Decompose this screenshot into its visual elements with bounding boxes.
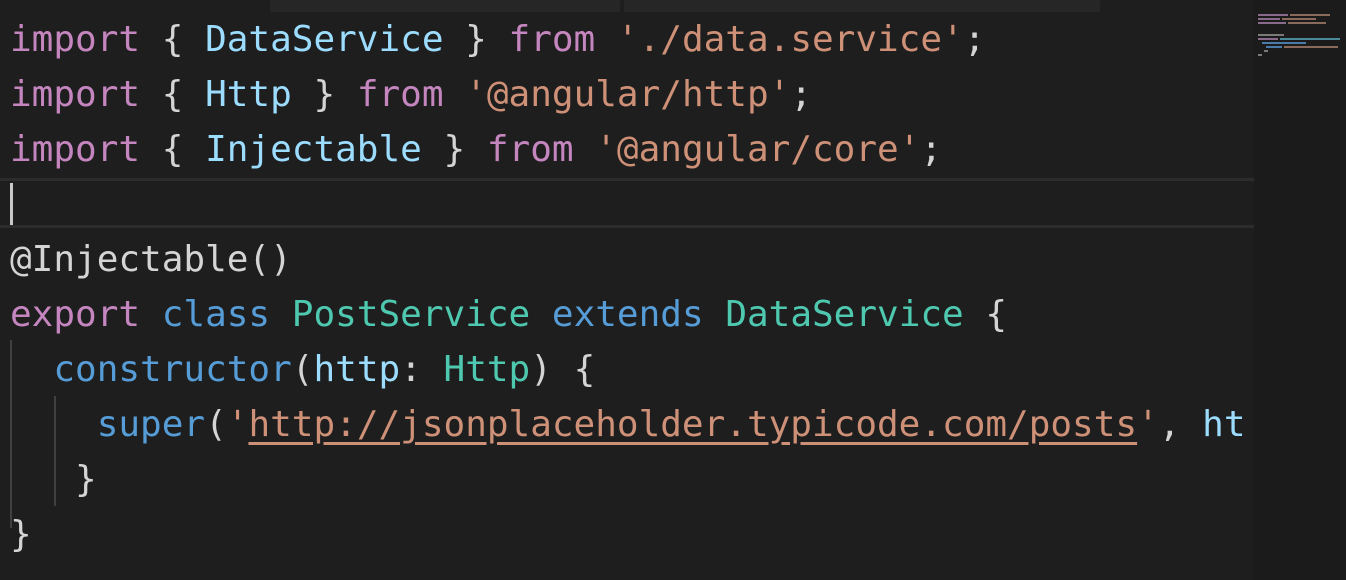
code-editor[interactable]: import { DataService } from './data.serv… [0, 12, 1254, 580]
code-line[interactable]: import { Injectable } from '@angular/cor… [10, 122, 942, 177]
code-token: , [1158, 404, 1203, 445]
code-line[interactable]: } [10, 507, 32, 562]
minimap-line [1262, 42, 1306, 44]
code-token: super [96, 404, 206, 445]
code-token: Injectable [205, 129, 422, 170]
code-token: ; [963, 19, 986, 60]
code-line[interactable]: import { DataService } from './data.serv… [10, 12, 985, 67]
minimap-line [1258, 34, 1284, 36]
code-token: '@angular/http' [465, 74, 791, 115]
minimap-line [1258, 38, 1278, 40]
code-token: } [443, 19, 509, 60]
code-token: DataService [205, 19, 444, 60]
tab-strip-segment [624, 0, 1100, 12]
text-cursor [10, 183, 13, 225]
code-token: } [291, 74, 357, 115]
code-token: './data.service' [616, 19, 964, 60]
code-token: export [10, 294, 141, 335]
minimap-line [1282, 18, 1316, 20]
code-token: } [10, 459, 97, 500]
minimap-line [1258, 54, 1262, 56]
minimap[interactable] [1254, 0, 1346, 580]
minimap-line [1258, 14, 1288, 16]
code-line[interactable]: } [10, 452, 97, 507]
minimap-line [1290, 14, 1330, 16]
code-token: Http [205, 74, 292, 115]
current-line-highlight [0, 178, 1254, 228]
code-token: ' [1137, 404, 1159, 445]
code-token: ; [920, 129, 943, 170]
tab-strip-segment [270, 0, 620, 12]
minimap-line [1258, 18, 1280, 20]
code-token: : [400, 349, 444, 390]
code-token: import [10, 19, 141, 60]
minimap-line [1288, 22, 1326, 24]
code-line[interactable]: export class PostService extends DataSer… [10, 287, 1007, 342]
code-token: from [508, 19, 596, 60]
code-token: { [963, 294, 1008, 335]
code-token: http://jsonplaceholder.typicode.com/post… [248, 404, 1138, 445]
code-token: from [486, 129, 574, 170]
code-token: class [161, 294, 271, 335]
code-line[interactable]: constructor(http: Http) { [10, 342, 595, 397]
minimap-line [1266, 46, 1282, 48]
code-token: { [140, 19, 206, 60]
code-token: http [313, 349, 401, 390]
code-line[interactable]: @Injectable() [10, 232, 292, 287]
minimap-line [1284, 46, 1338, 48]
minimap-line [1258, 22, 1286, 24]
code-token: import [10, 129, 141, 170]
code-token: import [10, 74, 141, 115]
code-token: PostService [291, 294, 531, 335]
code-token: } [421, 129, 487, 170]
code-line[interactable]: super('http://jsonplaceholder.typicode.c… [10, 397, 1246, 452]
code-token: Http [443, 349, 531, 390]
code-token: DataService [725, 294, 964, 335]
code-token: ( [205, 404, 227, 445]
code-token: ; [790, 74, 812, 115]
minimap-line [1264, 50, 1268, 52]
code-token: ( [291, 349, 314, 390]
code-token: { [140, 74, 206, 115]
code-token: @Injectable() [10, 239, 292, 280]
code-token: ' [226, 404, 249, 445]
code-token: { [140, 129, 206, 170]
code-token: } [10, 514, 32, 555]
code-token: '@angular/core' [595, 129, 921, 170]
minimap-line [1280, 38, 1340, 40]
editor-tab-strip [0, 0, 1254, 12]
code-token: extends [551, 294, 704, 335]
code-token: constructor [53, 349, 292, 390]
code-token: ht [1202, 404, 1246, 445]
code-token: ) { [530, 349, 596, 390]
code-token: from [356, 74, 444, 115]
code-line[interactable]: import { Http } from '@angular/http'; [10, 67, 812, 122]
